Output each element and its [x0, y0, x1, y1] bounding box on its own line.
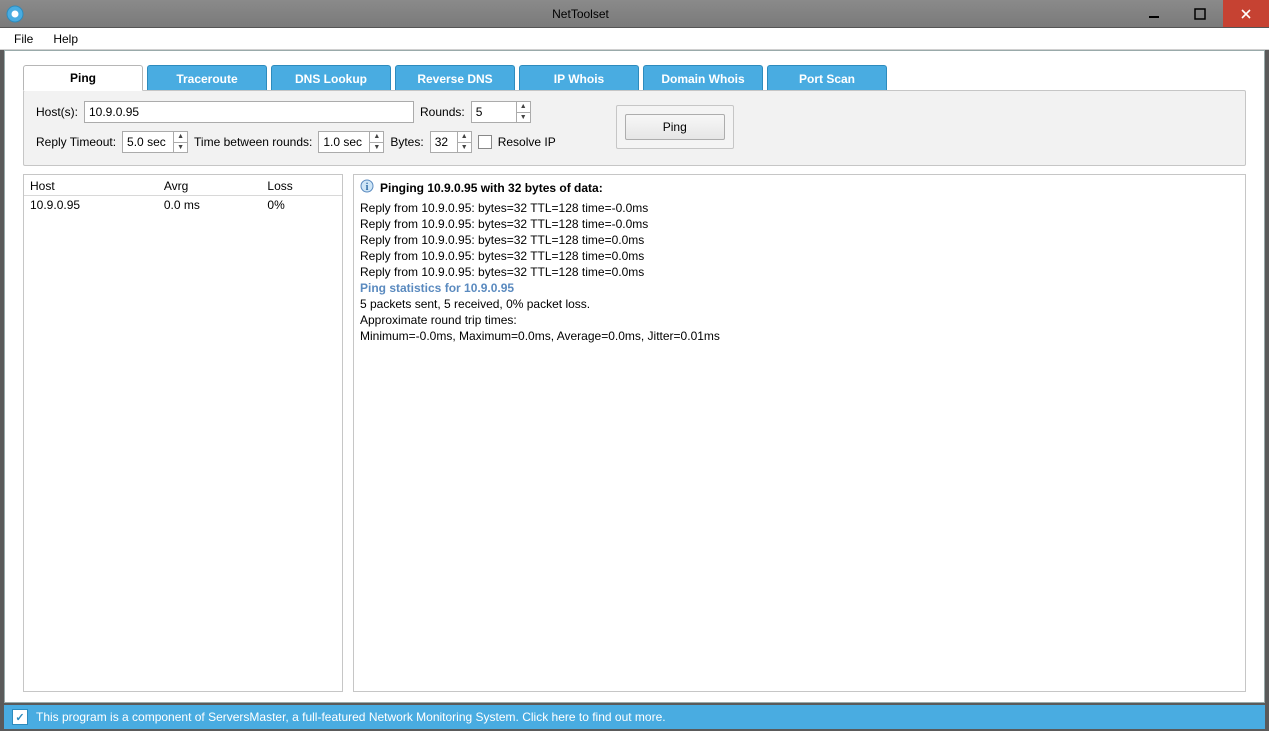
rounds-down-icon[interactable]: ▼ — [517, 113, 530, 123]
ping-button[interactable]: Ping — [625, 114, 725, 140]
summary-row[interactable]: 10.9.0.95 0.0 ms 0% — [24, 196, 342, 215]
summary-col-loss[interactable]: Loss — [261, 177, 342, 196]
summary-pane[interactable]: Host Avrg Loss 10.9.0.95 0.0 ms 0% — [23, 174, 343, 692]
output-stats-line: Approximate round trip times: — [360, 312, 1239, 328]
reply-timeout-value[interactable] — [123, 132, 173, 152]
bytes-value[interactable] — [431, 132, 457, 152]
statusbar[interactable]: ✓ This program is a component of Servers… — [4, 705, 1265, 729]
reply-timeout-down-icon[interactable]: ▼ — [174, 143, 187, 153]
summary-col-avrg[interactable]: Avrg — [158, 177, 262, 196]
tab-port-scan[interactable]: Port Scan — [767, 65, 887, 91]
menu-help[interactable]: Help — [45, 30, 86, 48]
bytes-spinner[interactable]: ▲▼ — [430, 131, 472, 153]
output-stats-line: Minimum=-0.0ms, Maximum=0.0ms, Average=0… — [360, 328, 1239, 344]
summary-col-host[interactable]: Host — [24, 177, 158, 196]
rounds-value[interactable] — [472, 102, 516, 122]
hosts-label: Host(s): — [36, 105, 78, 119]
tab-ping[interactable]: Ping — [23, 65, 143, 91]
between-up-icon[interactable]: ▲ — [370, 132, 383, 143]
between-label: Time between rounds: — [194, 135, 312, 149]
tab-reverse-dns[interactable]: Reverse DNS — [395, 65, 515, 91]
between-value[interactable] — [319, 132, 369, 152]
output-line: Reply from 10.9.0.95: bytes=32 TTL=128 t… — [360, 264, 1239, 280]
tab-strip: Ping Traceroute DNS Lookup Reverse DNS I… — [23, 65, 1246, 91]
tab-dns-lookup[interactable]: DNS Lookup — [271, 65, 391, 91]
output-line: Reply from 10.9.0.95: bytes=32 TTL=128 t… — [360, 216, 1239, 232]
results-area: Host Avrg Loss 10.9.0.95 0.0 ms 0% i — [23, 174, 1246, 692]
app-icon — [6, 5, 24, 23]
menu-file[interactable]: File — [6, 30, 41, 48]
info-icon: i — [360, 179, 374, 196]
close-button[interactable] — [1223, 0, 1269, 27]
between-down-icon[interactable]: ▼ — [370, 143, 383, 153]
tab-traceroute[interactable]: Traceroute — [147, 65, 267, 91]
rounds-spinner[interactable]: ▲▼ — [471, 101, 531, 123]
minimize-button[interactable] — [1131, 0, 1177, 27]
resolve-ip-checkbox[interactable] — [478, 135, 492, 149]
params-panel: Host(s): Rounds: ▲▼ Reply Timeout: ▲▼ Ti… — [23, 90, 1246, 166]
output-line: Reply from 10.9.0.95: bytes=32 TTL=128 t… — [360, 248, 1239, 264]
tab-ip-whois[interactable]: IP Whois — [519, 65, 639, 91]
window-controls — [1131, 0, 1269, 27]
reply-timeout-up-icon[interactable]: ▲ — [174, 132, 187, 143]
output-line: Reply from 10.9.0.95: bytes=32 TTL=128 t… — [360, 232, 1239, 248]
summary-cell-host: 10.9.0.95 — [24, 196, 158, 215]
menubar: File Help — [0, 28, 1269, 50]
statusbar-text: This program is a component of ServersMa… — [36, 710, 666, 724]
svg-text:i: i — [366, 182, 369, 193]
output-header: Pinging 10.9.0.95 with 32 bytes of data: — [380, 181, 603, 195]
reply-timeout-label: Reply Timeout: — [36, 135, 116, 149]
output-stats-line: 5 packets sent, 5 received, 0% packet lo… — [360, 296, 1239, 312]
bytes-label: Bytes: — [390, 135, 423, 149]
output-pane[interactable]: i Pinging 10.9.0.95 with 32 bytes of dat… — [353, 174, 1246, 692]
statusbar-check-icon: ✓ — [12, 709, 28, 725]
summary-cell-loss: 0% — [261, 196, 342, 215]
summary-cell-avrg: 0.0 ms — [158, 196, 262, 215]
window-title: NetToolset — [30, 7, 1131, 21]
output-header-row: i Pinging 10.9.0.95 with 32 bytes of dat… — [360, 179, 1239, 196]
resolve-ip-label: Resolve IP — [498, 135, 556, 149]
between-spinner[interactable]: ▲▼ — [318, 131, 384, 153]
summary-table: Host Avrg Loss 10.9.0.95 0.0 ms 0% — [24, 177, 342, 214]
maximize-button[interactable] — [1177, 0, 1223, 27]
reply-timeout-spinner[interactable]: ▲▼ — [122, 131, 188, 153]
hosts-input[interactable] — [84, 101, 414, 123]
bytes-down-icon[interactable]: ▼ — [458, 143, 471, 153]
output-line: Reply from 10.9.0.95: bytes=32 TTL=128 t… — [360, 200, 1239, 216]
tab-domain-whois[interactable]: Domain Whois — [643, 65, 763, 91]
ping-button-wrap: Ping — [616, 105, 734, 149]
rounds-up-icon[interactable]: ▲ — [517, 102, 530, 113]
bytes-up-icon[interactable]: ▲ — [458, 132, 471, 143]
client-area: Ping Traceroute DNS Lookup Reverse DNS I… — [4, 50, 1265, 703]
output-stats-title: Ping statistics for 10.9.0.95 — [360, 280, 1239, 296]
titlebar: NetToolset — [0, 0, 1269, 28]
rounds-label: Rounds: — [420, 105, 465, 119]
